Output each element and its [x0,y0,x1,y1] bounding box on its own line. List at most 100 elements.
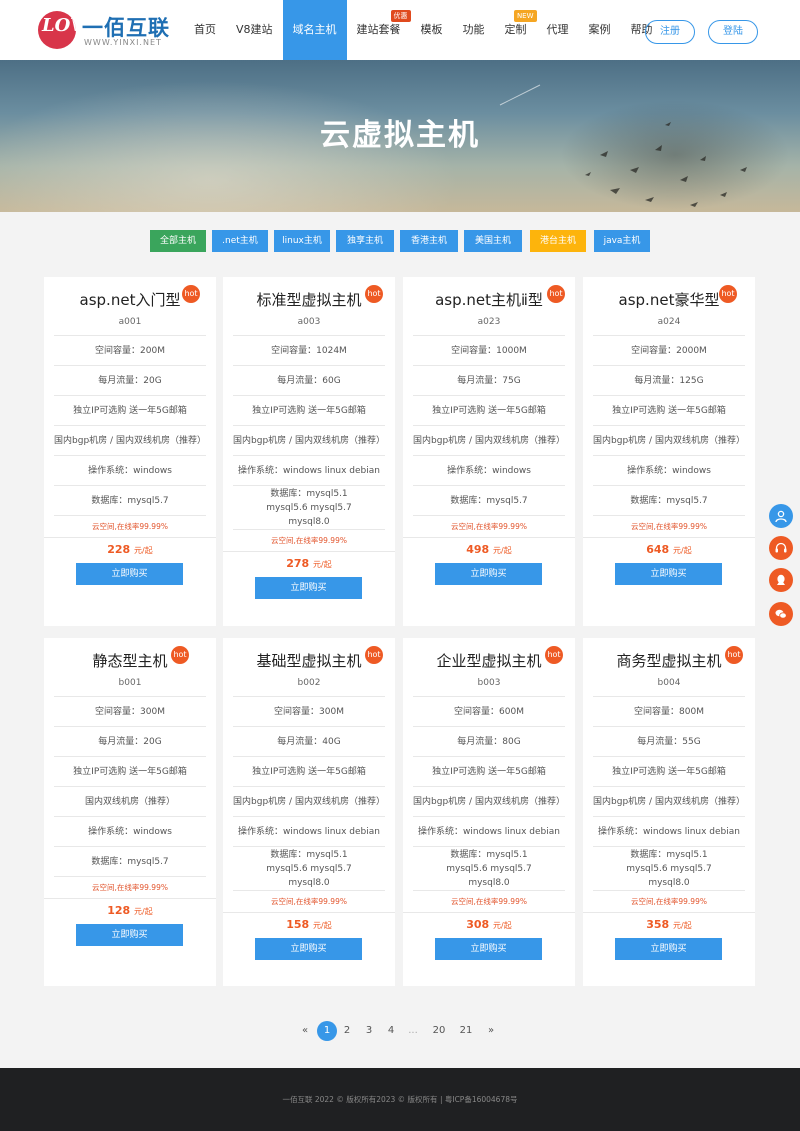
nav-item-7[interactable]: 代理 [537,0,579,60]
uptime-note: 云空间,在线率99.99% [233,529,385,551]
register-button[interactable]: 注册 [645,20,695,44]
spec-row: 每月流量：20G [54,726,206,756]
nav-item-0[interactable]: 首页 [184,0,226,60]
hot-badge: hot [171,646,189,664]
filter-tab-6[interactable]: 港台主机 [530,230,586,252]
hot-badge: hot [365,646,383,664]
buy-now-button[interactable]: 立即购买 [435,563,542,585]
spec-row: 数据库：mysql5.1 mysql5.6 mysql5.7 mysql8.0 [233,846,385,890]
spec-row: 每月流量：75G [413,365,565,395]
hero-banner: 云虚拟主机 [0,60,800,212]
product-card: asp.net豪华型 hot a024 空间容量：2000M 每月流量：125G 独立IP… [583,277,755,626]
spec-list: 空间容量：1000M 每月流量：75G 独立IP可选购 送一年5G邮箱 国内bgp机房… [413,335,565,537]
filter-tab-2[interactable]: linux主机 [274,230,330,252]
nav-item-4[interactable]: 模板 [411,0,453,60]
wechat-icon[interactable] [769,602,793,626]
site-logo[interactable]: LOV 一佰互联 WWW.YINXI.NET [38,9,169,51]
product-code: a003 [297,317,321,327]
spec-row: 数据库：mysql5.7 [413,485,565,515]
filter-tab-0[interactable]: 全部主机 [150,230,206,252]
buy-now-button[interactable]: 立即购买 [615,563,722,585]
buy-now-button[interactable]: 立即购买 [615,938,722,960]
uptime-note: 云空间,在线率99.99% [233,890,385,912]
buy-now-button[interactable]: 立即购买 [76,563,183,585]
spec-row: 每月流量：20G [54,365,206,395]
divider [44,537,216,538]
filter-tab-1[interactable]: .net主机 [212,230,268,252]
nav-item-1[interactable]: V8建站 [226,0,283,60]
product-price: 358 元/起 [646,918,692,931]
hot-badge: hot [725,646,743,664]
spec-row: 国内bgp机房 / 国内双线机房（推荐） [413,786,565,816]
filter-tab-7[interactable]: java主机 [594,230,650,252]
pagination-prev[interactable]: « [299,1021,311,1041]
product-code: a024 [657,317,681,327]
product-title[interactable]: 静态型主机 [44,650,216,671]
pagination-page[interactable]: 21 [458,1021,474,1041]
product-code: b004 [657,678,681,688]
spec-row: 独立IP可选购 送一年5G邮箱 [233,756,385,786]
pagination-current[interactable]: 1 [317,1021,337,1041]
nav-item-label: 模板 [420,23,443,36]
buy-now-button[interactable]: 立即购买 [255,577,362,599]
nav-item-label: 定制 [504,23,527,36]
spec-list: 空间容量：1024M 每月流量：60G 独立IP可选购 送一年5G邮箱 国内bgp机房… [233,335,385,551]
pagination-page[interactable]: 2 [340,1021,354,1041]
spec-row: 操作系统：windows [54,455,206,485]
divider [223,551,395,552]
hot-badge: hot [365,285,383,303]
nav-item-3[interactable]: 建站套餐 优惠 [347,0,411,60]
qq-icon[interactable] [769,568,793,592]
divider [44,898,216,899]
spec-row: 独立IP可选购 送一年5G邮箱 [233,395,385,425]
spec-row: 数据库：mysql5.1 mysql5.6 mysql5.7 mysql8.0 [593,846,745,890]
spec-row: 空间容量：1000M [413,335,565,365]
product-card: asp.net入门型 hot a001 空间容量：200M 每月流量：20G 独立IP可选… [44,277,216,626]
nav-item-8[interactable]: 案例 [579,0,621,60]
pagination-ellipsis: ... [408,1025,418,1036]
spec-row: 数据库：mysql5.1 mysql5.6 mysql5.7 mysql8.0 [233,485,385,529]
nav-item-6[interactable]: 定制 NEW [495,0,537,60]
nav-item-label: 功能 [462,23,485,36]
nav-item-2[interactable]: 域名主机 [282,0,347,60]
spec-row: 每月流量：80G [413,726,565,756]
buy-now-button[interactable]: 立即购买 [255,938,362,960]
spec-row: 空间容量：2000M [593,335,745,365]
spec-row: 独立IP可选购 送一年5G邮箱 [54,756,206,786]
nav-item-label: 首页 [194,23,216,36]
filter-tab-5[interactable]: 美国主机 [464,230,522,252]
uptime-note: 云空间,在线率99.99% [413,515,565,537]
page-title: 云虚拟主机 [320,118,480,153]
footer-copyright: 一佰互联 2022 © 版权所有2023 © 版权所有 | 粤ICP备16004… [282,1095,518,1104]
spec-row: 每月流量：40G [233,726,385,756]
spec-row: 独立IP可选购 送一年5G邮箱 [593,756,745,786]
user-icon[interactable] [769,504,793,528]
main-nav: 首页 V8建站 域名主机 建站套餐 优惠 模板 功能 定制 NEW 代理 案例 帮助 [184,0,663,60]
hot-badge: hot [719,285,737,303]
nav-item-label: 案例 [588,23,611,36]
buy-now-button[interactable]: 立即购买 [435,938,542,960]
filter-tab-3[interactable]: 独享主机 [336,230,394,252]
filter-tab-4[interactable]: 香港主机 [400,230,458,252]
buy-now-button[interactable]: 立即购买 [76,924,183,946]
spec-row: 国内bgp机房 / 国内双线机房（推荐） [233,425,385,455]
headset-icon[interactable] [769,536,793,560]
spec-row: 每月流量：125G [593,365,745,395]
login-button[interactable]: 登陆 [708,20,758,44]
spec-row: 数据库：mysql5.7 [54,846,206,876]
pagination-next[interactable]: » [485,1021,497,1041]
product-code: b002 [297,678,321,688]
hot-badge: hot [545,646,563,664]
divider [583,912,755,913]
nav-item-5[interactable]: 功能 [453,0,495,60]
site-header: LOV 一佰互联 WWW.YINXI.NET 首页 V8建站域名主机建站套餐优惠模… [0,0,800,60]
spec-row: 国内bgp机房 / 国内双线机房（推荐） [413,425,565,455]
spec-row: 空间容量：300M [233,696,385,726]
pagination-page[interactable]: 20 [431,1021,447,1041]
hot-badge: hot [182,285,200,303]
pagination-page[interactable]: 3 [362,1021,376,1041]
spec-row: 独立IP可选购 送一年5G邮箱 [413,395,565,425]
spec-list: 空间容量：300M 每月流量：20G 独立IP可选购 送一年5G邮箱 国内双线机房（推… [54,696,206,898]
pagination-page[interactable]: 4 [384,1021,398,1041]
nav-badge: 优惠 [390,10,411,22]
